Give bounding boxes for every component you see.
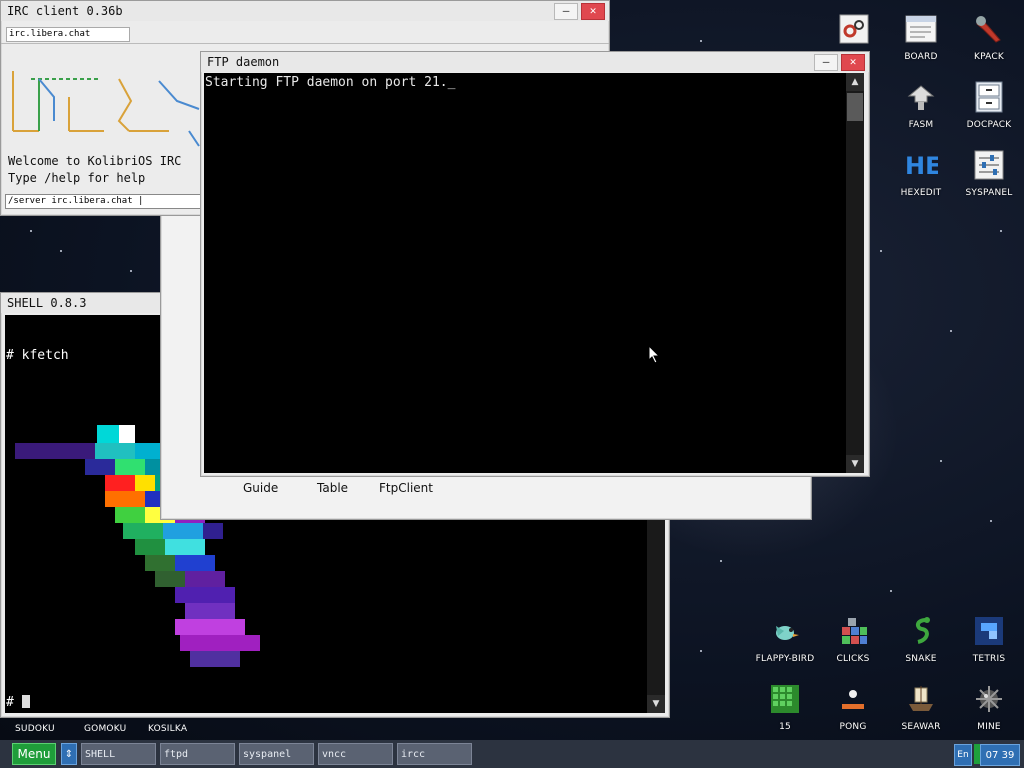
tab-ftpclient[interactable]: FtpClient [379, 481, 469, 495]
desktop-icon-settings[interactable] [822, 12, 886, 46]
desktop-icon-tetris[interactable]: TETRIS [957, 614, 1021, 664]
shell-title: SHELL 0.8.3 [7, 296, 87, 310]
desktop-icon-label: PONG [839, 722, 867, 732]
taskbar-item-ircc[interactable]: ircc [397, 743, 472, 765]
irc-message-input[interactable]: /server irc.libera.chat | [5, 194, 205, 209]
svg-text:HE: HE [905, 152, 938, 179]
shell-prompt[interactable]: # [6, 695, 30, 710]
mine-icon [972, 682, 1006, 716]
desktop-icon-seawar[interactable]: SEAWAR [889, 682, 953, 732]
taskbar-item-ftpd[interactable]: ftpd [160, 743, 235, 765]
ship-icon [904, 682, 938, 716]
desktop-icon-hexedit[interactable]: HE HEXEDIT [889, 148, 953, 198]
desktop-icon-snake[interactable]: SNAKE [889, 614, 953, 664]
clock[interactable]: 07 39 [980, 744, 1020, 766]
desktop-icon-label: BOARD [904, 52, 938, 62]
ftp-titlebar[interactable]: FTP daemon – ✕ [201, 52, 869, 72]
pong-icon [836, 682, 870, 716]
fasm-icon [904, 80, 938, 114]
hexedit-icon: HE [904, 148, 938, 182]
kolibrios-ascii-logo [12, 71, 200, 147]
close-button[interactable]: ✕ [581, 3, 605, 20]
desktop-label-sudoku[interactable]: SUDOKU [15, 724, 55, 734]
irc-server-tab[interactable]: irc.libera.chat [6, 27, 130, 42]
desktop-icon-flappy-bird[interactable]: FLAPPY-BIRD [753, 614, 817, 664]
ftp-output-line: Starting FTP daemon on port 21._ [205, 75, 456, 90]
ftp-terminal[interactable]: Starting FTP daemon on port 21._ [204, 73, 846, 473]
bird-icon [768, 614, 802, 648]
menu-button[interactable]: Menu [12, 743, 56, 765]
ftp-scrollbar[interactable]: ▲ ▼ [846, 73, 864, 473]
ftp-title: FTP daemon [207, 55, 280, 69]
syspanel-tabs[interactable]: Guide Table FtpClient [243, 481, 469, 495]
wrench-icon [972, 12, 1006, 46]
desktop-icon-kpack[interactable]: KPACK [957, 12, 1021, 62]
language-indicator[interactable]: En [954, 744, 972, 766]
desktop-icon-fasm[interactable]: FASM [889, 80, 953, 130]
desktop-icon-label: SNAKE [905, 654, 937, 664]
desktop-icon-mine[interactable]: MINE [957, 682, 1021, 732]
desktop-icon-clicks[interactable]: CLICKS [821, 614, 885, 664]
desktop-icon-label: SYSPANEL [965, 188, 1013, 198]
shell-prompt-symbol: # [6, 695, 14, 710]
desktop-icon-board[interactable]: BOARD [889, 12, 953, 62]
minimize-button[interactable]: – [554, 3, 578, 20]
desktop-label-kosilka[interactable]: KOSILKA [148, 724, 187, 734]
tetris-icon [972, 614, 1006, 648]
scroll-down-arrow-icon[interactable]: ▼ [647, 695, 665, 713]
desktop-label-gomoku[interactable]: GOMOKU [84, 724, 126, 734]
scroll-down-arrow-icon[interactable]: ▼ [846, 455, 864, 473]
desktop-icon-label: TETRIS [972, 654, 1006, 664]
irc-welcome-text: Welcome to KolibriOS IRC [8, 154, 182, 168]
shell-command-line: # kfetch [6, 348, 69, 363]
snake-icon [904, 614, 938, 648]
gears-icon [837, 12, 871, 46]
irc-titlebar[interactable]: IRC client 0.36b – ✕ [1, 1, 609, 21]
ftp-window[interactable]: FTP daemon – ✕ Starting FTP daemon on po… [200, 51, 870, 477]
desktop-icon-pong[interactable]: PONG [821, 682, 885, 732]
irc-title: IRC client 0.36b [7, 4, 123, 18]
desktop-icon-label: SEAWAR [901, 722, 941, 732]
tab-table[interactable]: Table [317, 481, 379, 495]
scrollbar-thumb[interactable] [847, 93, 863, 121]
sliders-icon [972, 148, 1006, 182]
desktop-icon-label: CLICKS [836, 654, 870, 664]
tab-guide[interactable]: Guide [243, 481, 317, 495]
taskbar-item-syspanel[interactable]: syspanel [239, 743, 314, 765]
scroll-up-arrow-icon[interactable]: ▲ [846, 73, 864, 91]
desktop-icon-15[interactable]: 15 [753, 682, 817, 732]
desktop-icon-docpack[interactable]: DOCPACK [957, 80, 1021, 130]
irc-help-text: Type /help for help [8, 171, 146, 185]
desktop-icon-label: DOCPACK [966, 120, 1012, 130]
mouse-pointer-icon [648, 345, 661, 364]
clicks-icon [836, 614, 870, 648]
fifteen-puzzle-icon [768, 682, 802, 716]
board-icon [904, 12, 938, 46]
desktop-icon-label: HEXEDIT [900, 188, 942, 198]
desktop-icon-label: KPACK [974, 52, 1004, 62]
close-button[interactable]: ✕ [841, 54, 865, 71]
swap-icon[interactable]: ⇕ [61, 743, 77, 765]
shell-cursor [21, 695, 30, 708]
cabinet-icon [972, 80, 1006, 114]
desktop-icon-label: MINE [977, 722, 1001, 732]
taskbar-item-shell[interactable]: SHELL [81, 743, 156, 765]
taskbar: Menu ⇕ SHELL ftpd syspanel vncc ircc En … [0, 740, 1024, 768]
minimize-button[interactable]: – [814, 54, 838, 71]
desktop-icon-label: FLAPPY-BIRD [755, 654, 815, 664]
desktop-icon-label: 15 [779, 722, 791, 732]
desktop-icon-syspanel[interactable]: SYSPANEL [957, 148, 1021, 198]
desktop-icon-label: FASM [908, 120, 934, 130]
taskbar-item-vncc[interactable]: vncc [318, 743, 393, 765]
